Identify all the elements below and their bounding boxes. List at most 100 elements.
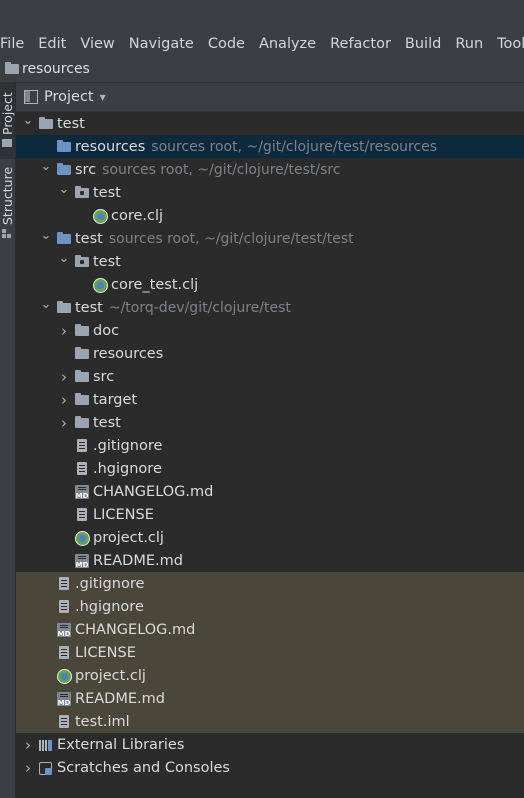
menu-refactor[interactable]: Refactor — [330, 36, 397, 52]
clojure-file-icon — [74, 530, 90, 546]
tree-row[interactable]: ⌄ test — [16, 250, 524, 273]
menu-code[interactable]: Code — [208, 36, 251, 52]
tree-item-path-hint: sources root, ~/git/clojure/test/src — [102, 161, 341, 178]
tree-item-label: Scratches and Consoles — [57, 759, 230, 776]
tree-row[interactable]: .gitignore — [16, 572, 524, 595]
chevron-down-icon[interactable]: ⌄ — [22, 113, 34, 128]
tree-row[interactable]: resources sources root, ~/git/clojure/tes… — [16, 135, 524, 158]
scratch-icon — [38, 760, 54, 776]
tree-item-label: test — [93, 184, 121, 201]
tree-row[interactable]: MD README.md — [16, 549, 524, 572]
tree-row[interactable]: .hgignore — [16, 595, 524, 618]
chevron-right-icon[interactable]: › — [22, 736, 34, 754]
chevron-right-icon[interactable]: › — [22, 759, 34, 777]
structure-icon — [2, 229, 12, 239]
menu-navigate[interactable]: Navigate — [129, 36, 200, 52]
tree-row[interactable]: › target — [16, 388, 524, 411]
menu-view[interactable]: View — [80, 36, 120, 52]
chevron-right-icon[interactable]: › — [58, 368, 70, 386]
tree-row[interactable]: test.iml — [16, 710, 524, 733]
tree-row[interactable]: › Scratches and Consoles — [16, 756, 524, 779]
menu-run[interactable]: Run — [455, 36, 489, 52]
tree-row[interactable]: MD README.md — [16, 687, 524, 710]
chevron-down-icon[interactable]: ⌄ — [40, 228, 52, 243]
source-folder-icon — [56, 139, 72, 155]
tree-row[interactable]: ⌄ src sources root, ~/git/clojure/test/src — [16, 158, 524, 181]
file-icon — [74, 507, 90, 523]
tree-item-label: resources — [93, 345, 164, 362]
tree-row[interactable]: core_test.clj — [16, 273, 524, 296]
chevron-down-icon[interactable]: ⌄ — [40, 297, 52, 312]
tree-item-path-hint: ~/torq-dev/git/clojure/test — [108, 299, 291, 316]
tree-row[interactable]: MD CHANGELOG.md — [16, 618, 524, 641]
tree-item-label: core.clj — [111, 207, 164, 224]
folder-icon — [74, 369, 90, 385]
tree-item-label: External Libraries — [57, 736, 185, 753]
tree-item-label: src — [93, 368, 115, 385]
tree-row[interactable]: core.clj — [16, 204, 524, 227]
menu-analyze[interactable]: Analyze — [259, 36, 322, 52]
menu-build[interactable]: Build — [405, 36, 447, 52]
chevron-down-icon[interactable]: ⌄ — [58, 251, 70, 266]
tree-row[interactable]: LICENSE — [16, 503, 524, 526]
tree-item-label: core_test.clj — [111, 276, 199, 293]
breadcrumb[interactable]: resources — [22, 61, 90, 77]
project-tool-tab[interactable]: Project — [0, 83, 15, 159]
markdown-file-icon: MD — [56, 622, 72, 638]
project-panel: Project ▾ ⌄ test resources sources root, ~/… — [16, 83, 524, 798]
folder-icon — [5, 61, 19, 75]
tree-row[interactable]: ⌄ test — [16, 112, 524, 135]
tree-item-label: test — [57, 115, 85, 132]
menu-file[interactable]: File — [0, 36, 30, 52]
tree-item-label: .gitignore — [75, 575, 145, 592]
tree-item-label: LICENSE — [75, 644, 136, 661]
tree-row[interactable]: .gitignore — [16, 434, 524, 457]
menu-edit[interactable]: Edit — [38, 36, 72, 52]
tree-item-label: .hgignore — [75, 598, 144, 615]
chevron-right-icon[interactable]: › — [58, 322, 70, 340]
chevron-down-icon[interactable]: ⌄ — [58, 182, 70, 197]
tree-row[interactable]: LICENSE — [16, 641, 524, 664]
tree-row[interactable]: ⌄ test sources root, ~/git/clojure/test/te… — [16, 227, 524, 250]
tree-row[interactable]: › doc — [16, 319, 524, 342]
menu-tools[interactable]: Tools — [497, 36, 524, 52]
source-folder-icon — [56, 162, 72, 178]
folder-icon — [56, 300, 72, 316]
tree-row[interactable]: ⌄ test ~/torq-dev/git/clojure/test — [16, 296, 524, 319]
folder-icon — [38, 116, 54, 132]
tree-item-label: test — [75, 230, 103, 247]
project-tab-label: Project — [0, 92, 15, 135]
package-icon — [74, 254, 90, 270]
tree-row[interactable]: › External Libraries — [16, 733, 524, 756]
chevron-right-icon[interactable]: › — [58, 414, 70, 432]
tree-row[interactable]: MD CHANGELOG.md — [16, 480, 524, 503]
project-view-title[interactable]: Project — [44, 89, 94, 105]
tree-row[interactable]: ⌄ test — [16, 181, 524, 204]
navigation-bar: resources — [0, 56, 524, 83]
tree-item-path-hint: sources root, ~/git/clojure/test/test — [108, 230, 354, 247]
tree-row[interactable]: project.clj — [16, 526, 524, 549]
tree-row[interactable]: .hgignore — [16, 457, 524, 480]
chevron-down-icon[interactable]: ▾ — [100, 90, 106, 104]
tree-row[interactable]: project.clj — [16, 664, 524, 687]
chevron-right-icon[interactable]: › — [58, 391, 70, 409]
tree-row[interactable]: › src — [16, 365, 524, 388]
structure-tool-tab[interactable]: Structure — [0, 167, 15, 245]
tree-row[interactable]: › test — [16, 411, 524, 434]
library-icon — [38, 737, 54, 753]
tree-row[interactable]: resources — [16, 342, 524, 365]
source-folder-icon — [56, 231, 72, 247]
folder-icon — [74, 415, 90, 431]
tree-item-label: doc — [93, 322, 120, 339]
chevron-down-icon[interactable]: ⌄ — [40, 159, 52, 174]
